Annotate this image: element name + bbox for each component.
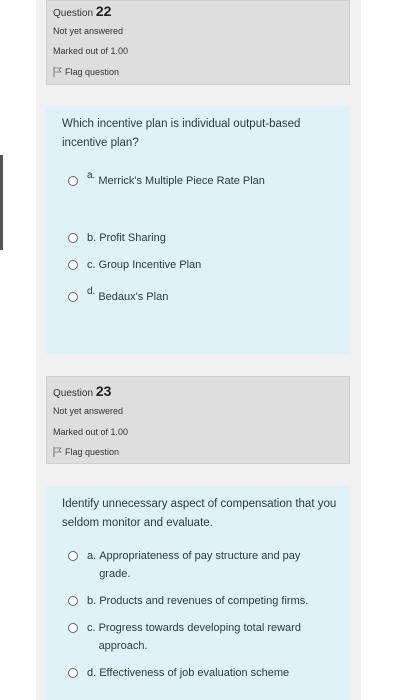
option-text: Appropriateness of pay structure and pay…	[99, 550, 301, 580]
option-text: Bedaux's Plan	[98, 291, 169, 303]
radio-button[interactable]	[68, 551, 78, 561]
question-23-status: Not yet answered	[53, 406, 124, 416]
radio-button[interactable]	[68, 176, 78, 186]
question-label: Question	[53, 8, 94, 19]
question-22-heading: Question 22	[53, 3, 111, 19]
radio-button[interactable]	[68, 260, 78, 270]
option-letter: a.	[87, 550, 97, 562]
question-22-status: Not yet answered	[53, 26, 124, 36]
q22-option-d[interactable]: d. Bedaux's Plan	[68, 286, 169, 306]
option-text: Merrick's Multiple Piece Rate Plan	[98, 175, 265, 187]
flag-question-label: Flag question	[65, 447, 120, 457]
q23-option-c[interactable]: c. Progress towards developing total rew…	[68, 619, 318, 655]
option-letter: d.	[87, 667, 97, 679]
question-23-heading: Question 23	[53, 383, 111, 399]
question-number: 22	[95, 3, 112, 19]
option-text: Group Incentive Plan	[98, 259, 202, 271]
q23-option-b[interactable]: b. Products and revenues of competing fi…	[68, 592, 308, 610]
option-letter: c.	[87, 622, 96, 634]
q23-option-a[interactable]: a. Appropriateness of pay structure and …	[68, 547, 318, 583]
radio-button[interactable]	[68, 233, 78, 243]
option-text: Effectiveness of job evaluation scheme	[99, 667, 290, 679]
q22-option-a[interactable]: a. Merrick's Multiple Piece Rate Plan	[68, 170, 265, 190]
question-23-body: Identify unnecessary aspect of compensat…	[46, 486, 350, 700]
radio-button[interactable]	[68, 623, 78, 633]
q23-option-d[interactable]: d. Effectiveness of job evaluation schem…	[68, 664, 289, 682]
flag-icon	[53, 447, 62, 457]
question-23-info: Question 23 Not yet answered Marked out …	[46, 376, 350, 464]
option-letter: b.	[87, 232, 97, 244]
question-22-marks: Marked out of 1.00	[53, 46, 129, 56]
option-text: Progress towards developing total reward…	[98, 622, 301, 652]
scrollbar-edge	[0, 155, 3, 250]
option-letter: a.	[87, 170, 96, 181]
flag-question-23-link[interactable]: Flag question	[53, 447, 119, 457]
question-23-marks: Marked out of 1.00	[53, 427, 129, 437]
q22-option-c[interactable]: c. Group Incentive Plan	[68, 256, 201, 274]
radio-button[interactable]	[68, 596, 78, 606]
flag-question-label: Flag question	[65, 67, 120, 77]
flag-question-22-link[interactable]: Flag question	[53, 67, 119, 77]
radio-button[interactable]	[68, 668, 78, 678]
option-text: Profit Sharing	[99, 232, 166, 244]
question-number: 23	[95, 383, 112, 399]
question-22-text: Which incentive plan is individual outpu…	[62, 118, 301, 149]
option-letter: b.	[87, 595, 97, 607]
option-letter: d.	[87, 286, 96, 297]
flag-icon	[53, 67, 62, 77]
q22-option-b[interactable]: b. Profit Sharing	[68, 229, 166, 247]
question-22-body: Which incentive plan is individual outpu…	[46, 106, 350, 354]
question-22-info: Question 22 Not yet answered Marked out …	[46, 0, 350, 85]
question-label: Question	[53, 388, 94, 399]
radio-button[interactable]	[68, 292, 78, 302]
question-23-text: Identify unnecessary aspect of compensat…	[62, 498, 337, 529]
option-text: Products and revenues of competing firms…	[99, 595, 309, 607]
option-letter: c.	[87, 259, 96, 271]
